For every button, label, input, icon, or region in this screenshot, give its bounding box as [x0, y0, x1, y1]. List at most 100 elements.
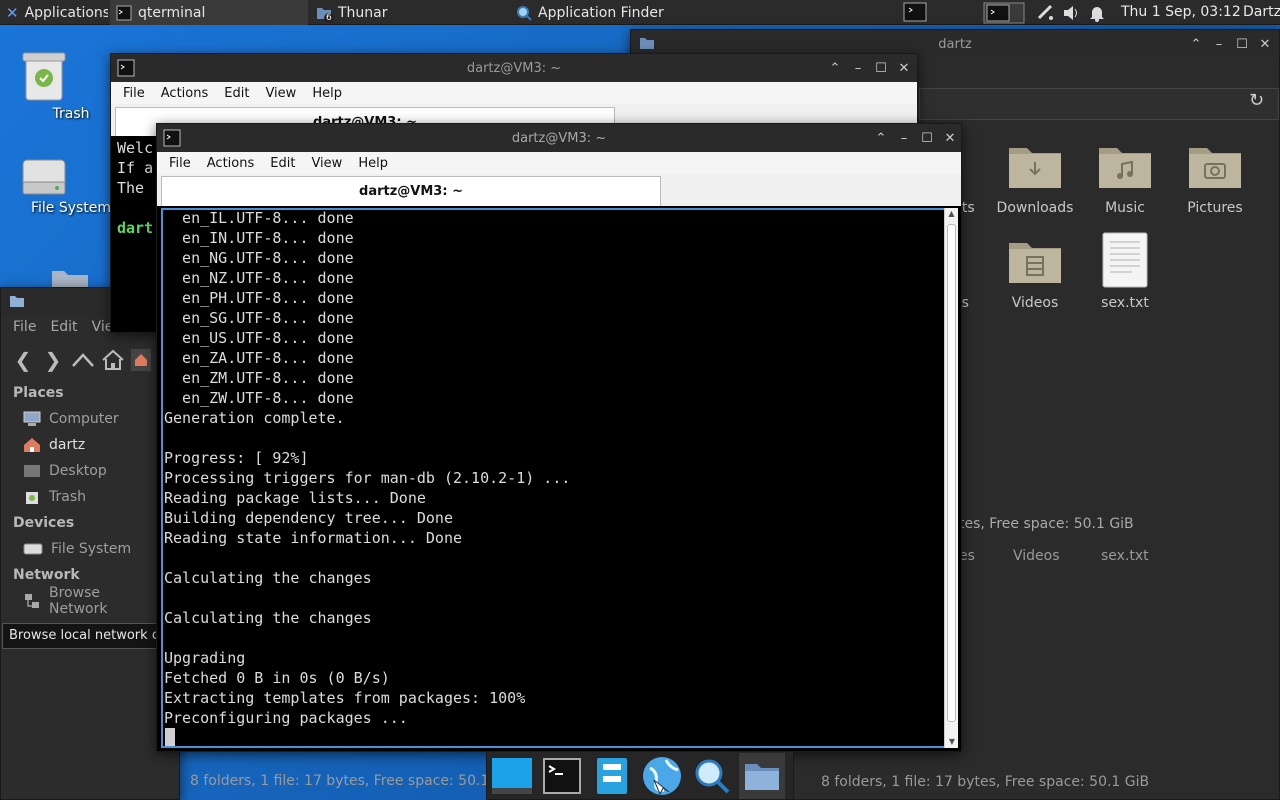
- folder-item-music[interactable]: Music: [1080, 130, 1170, 216]
- sidebar: Places Computer dartz Desktop Trash Devi…: [1, 380, 156, 617]
- network-icon[interactable]: [1037, 4, 1055, 22]
- dock-show-desktop[interactable]: [489, 753, 535, 799]
- file-manager-icon: [595, 756, 629, 796]
- maximize-up-icon[interactable]: ⌃: [825, 58, 845, 78]
- terminal-icon: [543, 757, 581, 794]
- terminal-window-front[interactable]: dartz@VM3: ~ ⌃ – ☐ ✕ File Actions Edit V…: [156, 123, 962, 752]
- menu-view[interactable]: View: [259, 86, 302, 101]
- row-label: Videos: [1013, 548, 1060, 564]
- close-icon[interactable]: ✕: [894, 58, 914, 78]
- dock-terminal[interactable]: [539, 753, 585, 799]
- window-titlebar[interactable]: dartz@VM3: ~ ⌃ – ☐ ✕: [157, 124, 961, 152]
- folder-item-videos[interactable]: Videos: [990, 225, 1080, 311]
- terminal-tab[interactable]: dartz@VM3: ~: [161, 176, 661, 206]
- terminal-icon: [163, 129, 181, 147]
- terminal-scrollbar[interactable]: ▲ ▼: [944, 208, 958, 748]
- minimize-icon[interactable]: –: [848, 58, 868, 78]
- scroll-up-icon[interactable]: ▲: [945, 208, 958, 220]
- minimize-icon[interactable]: –: [1209, 34, 1229, 54]
- maximize-icon[interactable]: ☐: [1232, 34, 1252, 54]
- status-bar-bottom: 8 folders, 1 file: 17 bytes, Free space:…: [821, 774, 1150, 790]
- sidebar-item-dartz[interactable]: dartz: [1, 432, 156, 458]
- maximize-up-icon[interactable]: ⌃: [871, 128, 891, 148]
- menu-actions[interactable]: Actions: [155, 86, 215, 101]
- menu-edit[interactable]: Edit: [48, 319, 87, 335]
- folder-icon: [743, 760, 781, 792]
- applications-menu-button[interactable]: ✕ Applications ☰: [0, 0, 108, 25]
- menu-edit[interactable]: Edit: [264, 156, 301, 171]
- folder-icon: [639, 35, 655, 51]
- sidebar-item-file-system[interactable]: File System: [1, 536, 156, 562]
- folder-item-pictures[interactable]: Pictures: [1170, 130, 1260, 216]
- up-icon[interactable]: [71, 350, 95, 370]
- text-file-icon: [1080, 225, 1170, 295]
- user-menu[interactable]: Dartz: [1243, 0, 1280, 25]
- menu-edit[interactable]: Edit: [218, 86, 255, 101]
- close-icon[interactable]: ✕: [940, 128, 960, 148]
- workspace-switcher-icon[interactable]: [903, 2, 927, 22]
- scrollbar-thumb[interactable]: [947, 224, 956, 722]
- folder-label: Videos: [1011, 295, 1059, 311]
- thunar-window-front[interactable]: File Edit View G ❮ ❯ Places Computer dar…: [0, 287, 180, 800]
- status-bar: tes, Free space: 50.1 GiB: [959, 516, 1134, 532]
- volume-icon[interactable]: [1062, 4, 1080, 22]
- clock[interactable]: Thu 1 Sep, 03:12: [1121, 0, 1241, 25]
- home-icon[interactable]: [101, 349, 125, 371]
- terminal-view[interactable]: en_IL.UTF-8... done en_IN.UTF-8... done …: [161, 208, 947, 748]
- desktop-icon-file-system[interactable]: File System: [21, 158, 121, 216]
- sidebar-item-desktop[interactable]: Desktop: [1, 458, 156, 484]
- status-bar-left: 8 folders, 1 file: 17 bytes, Free space:…: [190, 773, 519, 789]
- desktop-icon: [491, 756, 533, 796]
- dock-web-browser[interactable]: [639, 753, 685, 799]
- maximize-icon[interactable]: ☐: [917, 128, 937, 148]
- hard-drive-icon: [23, 542, 43, 556]
- menu-help[interactable]: Help: [306, 86, 348, 101]
- menu-view[interactable]: View: [305, 156, 348, 171]
- terminal-menubar: File Actions Edit View Help: [157, 152, 961, 174]
- window-title: dartz@VM3: ~: [511, 130, 607, 146]
- maximize-up-icon[interactable]: ⌃: [1186, 34, 1206, 54]
- row-label: sex.txt: [1101, 548, 1149, 564]
- desktop-icon-trash[interactable]: Trash: [21, 50, 121, 122]
- menu-file[interactable]: File: [163, 156, 197, 171]
- scroll-down-icon[interactable]: ▼: [945, 736, 959, 748]
- dock-app-finder[interactable]: [689, 753, 735, 799]
- folder-item-downloads[interactable]: Downloads: [990, 130, 1080, 216]
- window-titlebar[interactable]: dartz@VM3: ~ ⌃ – ☐ ✕: [111, 54, 917, 82]
- dock-file-manager[interactable]: [589, 753, 635, 799]
- terminal-icon: [116, 5, 132, 21]
- location-bar[interactable]: [919, 88, 1279, 120]
- sidebar-item-label: dartz: [49, 437, 86, 453]
- reload-icon[interactable]: ↻: [1249, 90, 1264, 111]
- sidebar-item-browse-network[interactable]: Browse Network: [1, 585, 156, 617]
- home-location-button[interactable]: [131, 349, 151, 371]
- menu-help[interactable]: Help: [352, 156, 394, 171]
- taskbar-label: Application Finder: [538, 4, 664, 21]
- dock-folder[interactable]: [739, 752, 785, 799]
- menu-actions[interactable]: Actions: [201, 156, 261, 171]
- notification-bell-icon[interactable]: [1089, 4, 1105, 22]
- forward-icon[interactable]: ❯: [41, 348, 65, 372]
- file-item-sex-txt[interactable]: sex.txt: [1080, 225, 1170, 311]
- taskbar-label: Thunar: [338, 4, 388, 21]
- trash-icon: [21, 50, 121, 102]
- dock: [486, 751, 794, 800]
- taskbar-item-thunar[interactable]: 6 Thunar: [310, 0, 508, 25]
- trash-icon: [23, 489, 41, 505]
- maximize-icon[interactable]: ☐: [871, 58, 891, 78]
- window-title: dartz@VM3: ~: [466, 60, 562, 76]
- close-icon[interactable]: ✕: [1255, 34, 1275, 54]
- search-icon: [693, 757, 731, 795]
- back-icon[interactable]: ❮: [11, 348, 35, 372]
- sidebar-heading-devices: Devices: [13, 515, 75, 531]
- minimize-icon[interactable]: –: [894, 128, 914, 148]
- home-folder-icon[interactable]: [50, 265, 90, 287]
- taskbar-item-application-finder[interactable]: Application Finder: [510, 0, 708, 25]
- workspace-pager-icon[interactable]: [983, 2, 1025, 24]
- sidebar-item-computer[interactable]: Computer: [1, 406, 156, 432]
- menu-file[interactable]: File: [1, 319, 48, 335]
- desktop-icon-label: File System: [30, 200, 112, 216]
- taskbar-item-qterminal[interactable]: qterminal: [110, 0, 308, 25]
- sidebar-item-trash[interactable]: Trash: [1, 484, 156, 510]
- menu-file[interactable]: File: [117, 86, 151, 101]
